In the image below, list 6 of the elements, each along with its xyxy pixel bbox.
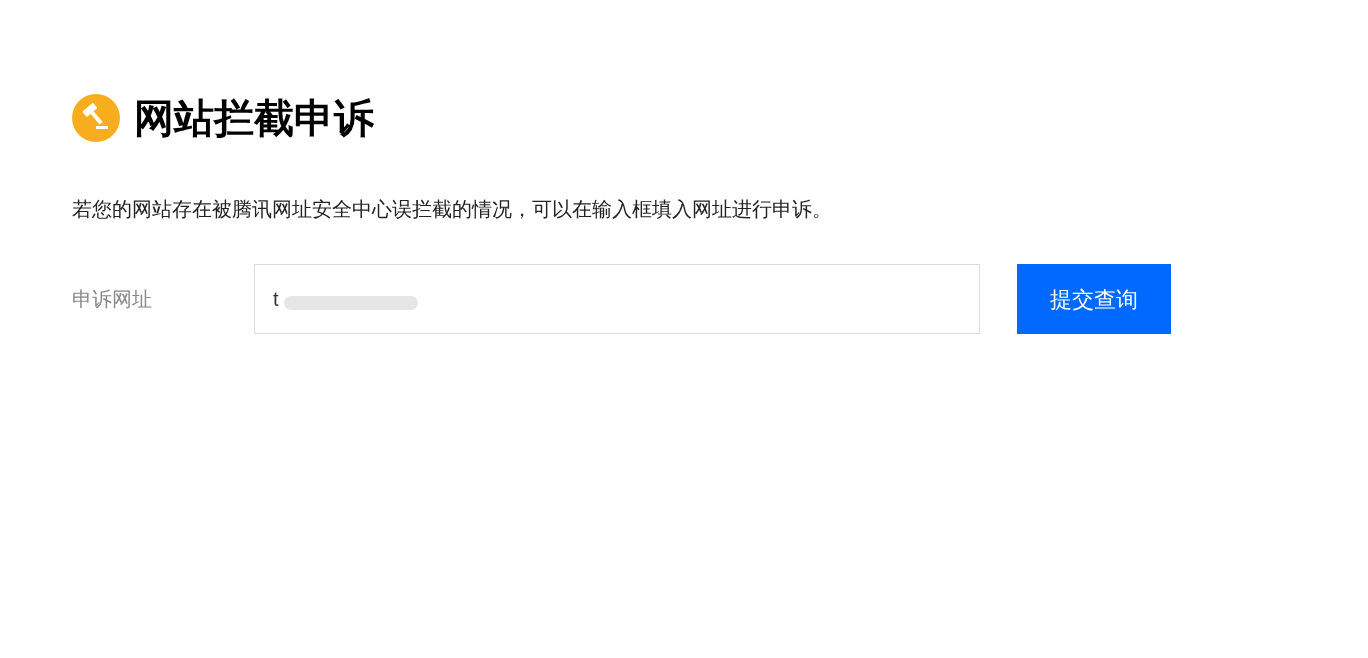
url-input-field[interactable]: t xyxy=(254,264,980,334)
description-text: 若您的网站存在被腾讯网址安全中心误拦截的情况，可以在输入框填入网址进行申诉。 xyxy=(72,197,833,222)
page-title: 网站拦截申诉 xyxy=(134,98,374,138)
submit-button[interactable]: 提交查询 xyxy=(1017,264,1171,334)
gavel-icon xyxy=(72,94,120,142)
field-label: 申诉网址 xyxy=(72,287,153,312)
